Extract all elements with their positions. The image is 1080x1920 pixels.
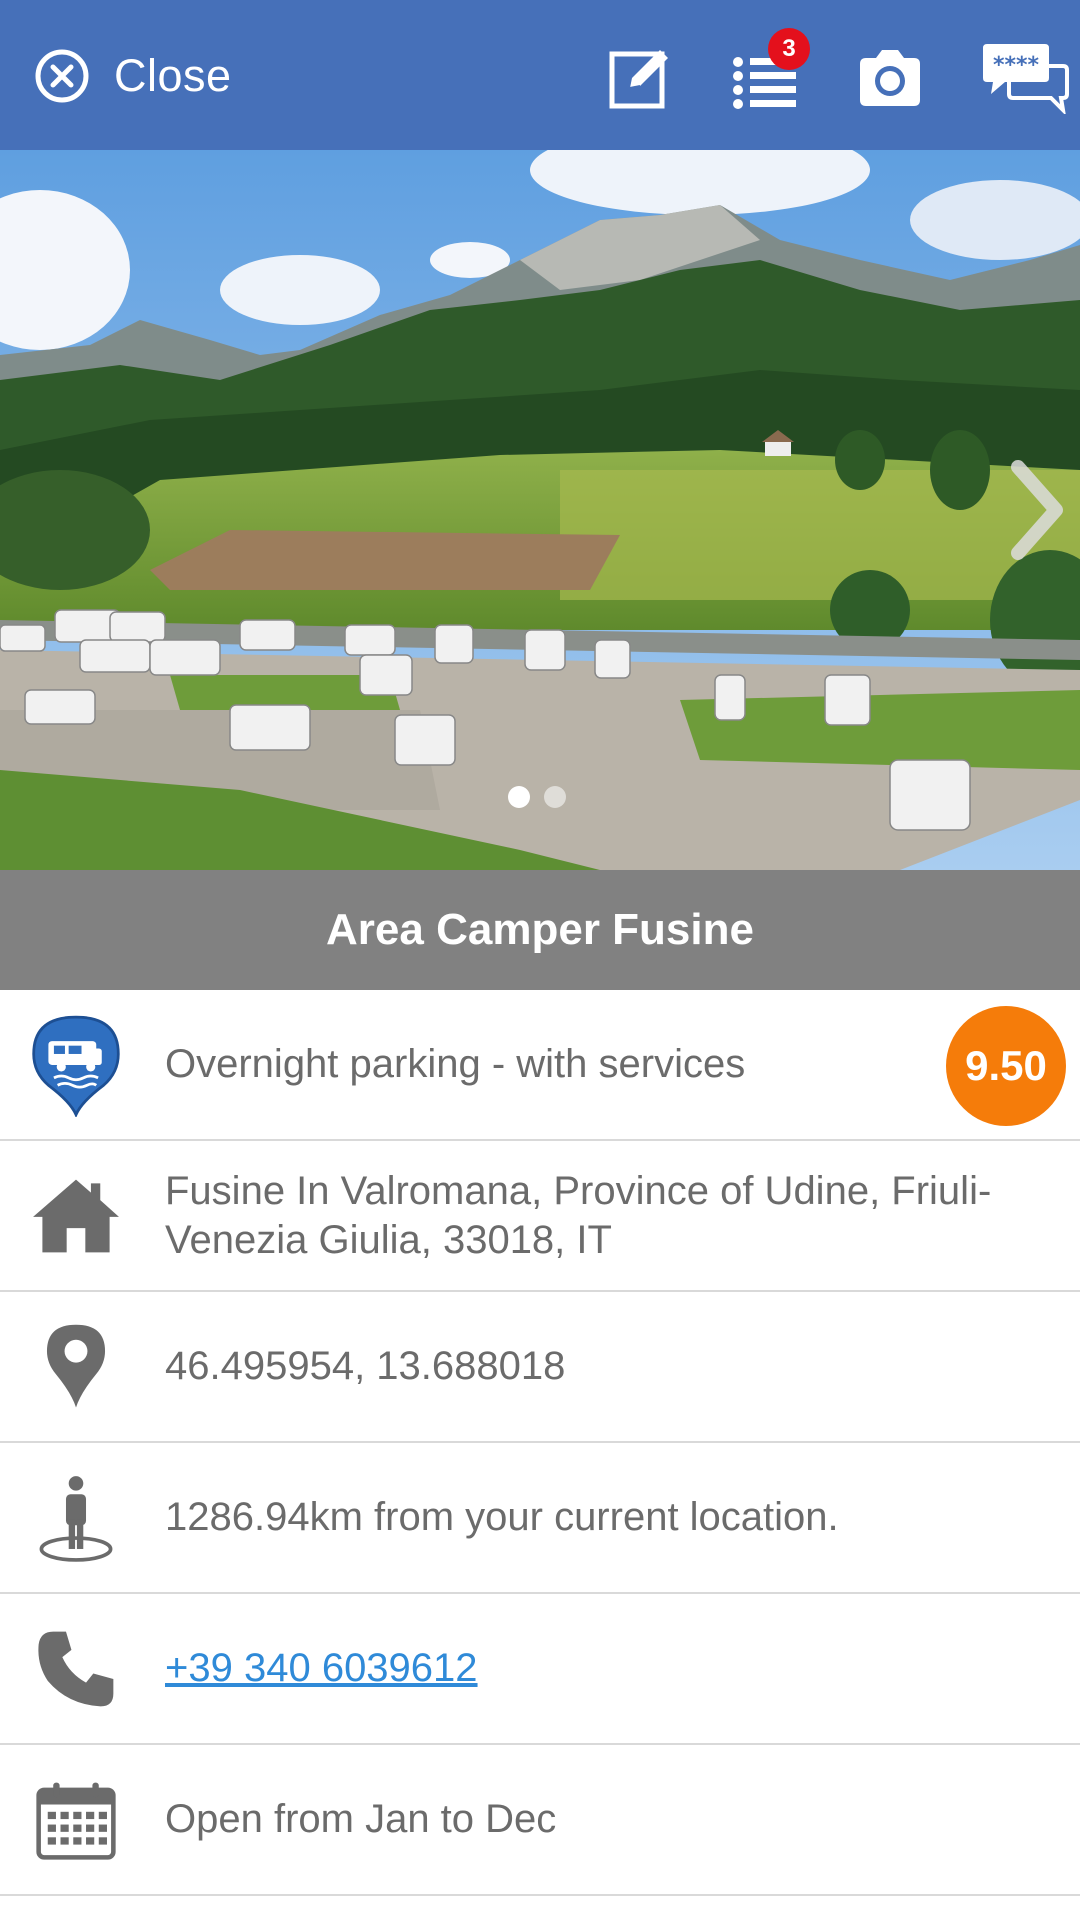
location-pin-icon [24,1312,128,1422]
top-bar: Close 3 **** [0,0,1080,150]
photo-carousel[interactable] [0,150,1080,870]
edit-button[interactable] [600,38,680,118]
phone-row: +39 340 6039612 [0,1594,1080,1745]
reviews-button[interactable]: **** [976,38,1072,118]
list-badge: 3 [768,28,810,70]
home-icon [24,1161,128,1271]
person-location-icon [24,1463,128,1573]
campsite-photo [0,150,1080,870]
rating-badge[interactable]: 9.50 [946,1006,1066,1126]
svg-text:****: **** [993,53,1040,78]
camper-pin-icon [24,1010,128,1120]
close-button[interactable]: Close [34,45,232,107]
coordinates-row: 46.495954, 13.688018 [0,1292,1080,1443]
close-circle-icon [35,49,89,103]
distance-text: 1286.94km from your current location. [165,1495,839,1539]
camera-button[interactable] [850,38,930,118]
place-details: Overnight parking - with services 9.50 F… [0,990,1080,1896]
category-row: Overnight parking - with services 9.50 [0,990,1080,1141]
address-text: Fusine In Valromana, Province of Udine, … [165,1168,992,1262]
opening-text: Open from Jan to Dec [165,1797,557,1841]
place-title: Area Camper Fusine [0,870,1080,990]
next-photo-icon[interactable] [1000,455,1070,565]
calendar-icon [24,1765,128,1875]
close-label: Close [114,50,232,101]
coordinates-text: 46.495954, 13.688018 [165,1344,566,1388]
category-text: Overnight parking - with services [165,1042,746,1086]
opening-row: Open from Jan to Dec [0,1745,1080,1896]
carousel-dots [508,786,566,808]
camera-icon [860,50,920,106]
edit-icon [609,50,668,109]
carousel-dot-1[interactable] [508,786,530,808]
list-button[interactable]: 3 [724,28,810,118]
phone-link[interactable]: +39 340 6039612 [165,1646,478,1690]
address-row: Fusine In Valromana, Province of Udine, … [0,1141,1080,1292]
carousel-dot-2[interactable] [544,786,566,808]
phone-icon [24,1614,128,1724]
phone-text: +39 340 6039612 [165,1644,1020,1693]
reviews-chat-icon: **** [983,44,1069,114]
distance-row: 1286.94km from your current location. [0,1443,1080,1594]
